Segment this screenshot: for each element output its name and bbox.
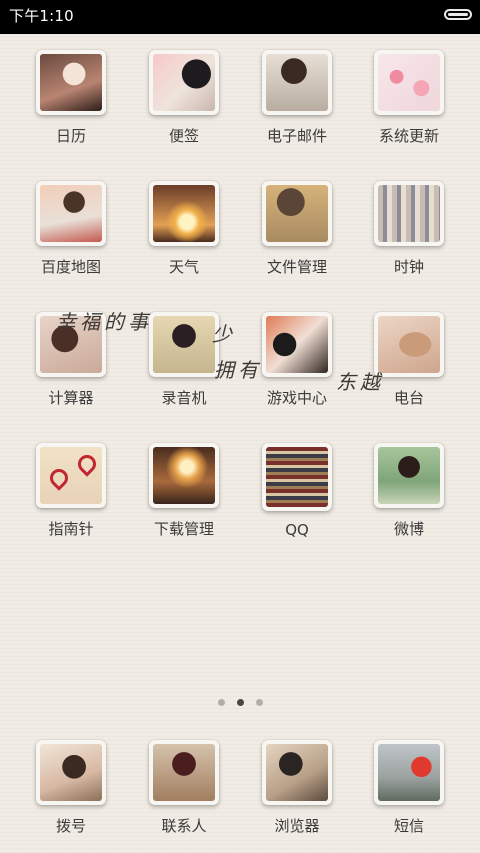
app-compass[interactable]: 指南针 [15, 429, 127, 539]
weibo-photo-icon [378, 447, 440, 504]
icon-frame [262, 181, 332, 246]
app-label: 日历 [55, 127, 86, 145]
app-label: 电台 [393, 389, 424, 407]
notes-photo-icon [153, 54, 215, 111]
download-manager-photo-icon [153, 447, 215, 504]
messages-photo-icon [378, 744, 440, 801]
clock-photo-icon [378, 185, 440, 242]
icon-frame [149, 181, 219, 246]
app-file-manager[interactable]: 文件管理 [241, 167, 353, 277]
email-photo-icon [266, 54, 328, 111]
icon-frame [374, 312, 444, 377]
app-notes[interactable]: 便签 [128, 36, 240, 146]
status-bar: 下午1:10 [0, 0, 480, 34]
app-label: 指南针 [48, 520, 94, 538]
app-calculator[interactable]: 计算器 [15, 298, 127, 408]
app-row: 指南针 下载管理 QQ 微博 [0, 429, 480, 559]
contacts-photo-icon [153, 744, 215, 801]
app-calendar[interactable]: 日历 [15, 36, 127, 146]
icon-frame [262, 312, 332, 377]
icon-frame [36, 740, 106, 805]
app-clock[interactable]: 时钟 [353, 167, 465, 277]
icon-frame [262, 740, 332, 805]
icon-frame [149, 740, 219, 805]
icon-frame [36, 443, 106, 508]
app-label: 便签 [168, 127, 199, 145]
calculator-photo-icon [40, 316, 102, 373]
icon-frame [149, 443, 219, 508]
app-label: 微博 [393, 520, 424, 538]
icon-frame [374, 443, 444, 508]
icon-frame [374, 50, 444, 115]
dialer-photo-icon [40, 744, 102, 801]
page-dot[interactable] [236, 699, 244, 706]
dock: 拨号 联系人 浏览器 短信 [0, 726, 480, 853]
app-label: 拨号 [55, 817, 86, 835]
icon-frame [149, 312, 219, 377]
icon-frame [36, 312, 106, 377]
app-qq[interactable]: QQ [241, 429, 353, 539]
app-browser[interactable]: 浏览器 [241, 726, 353, 836]
app-label: 计算器 [48, 389, 94, 407]
app-dialer[interactable]: 拨号 [15, 726, 127, 836]
app-label: 游戏中心 [266, 389, 327, 407]
baidu-map-photo-icon [40, 185, 102, 242]
app-game-center[interactable]: 游戏中心 [241, 298, 353, 408]
battery-level [448, 13, 468, 16]
system-update-photo-icon [378, 54, 440, 111]
page-indicator [0, 699, 480, 706]
app-download-manager[interactable]: 下载管理 [128, 429, 240, 539]
app-label: 电子邮件 [266, 127, 327, 145]
app-label: 天气 [168, 258, 199, 276]
browser-photo-icon [266, 744, 328, 801]
app-label: 系统更新 [378, 127, 439, 145]
icon-frame [36, 181, 106, 246]
app-label: 录音机 [161, 389, 207, 407]
status-time: 下午1:10 [9, 7, 74, 25]
page-dot[interactable] [255, 699, 263, 706]
battery-icon [444, 9, 472, 20]
app-label: 时钟 [393, 258, 424, 276]
app-label: 浏览器 [274, 817, 320, 835]
file-manager-photo-icon [266, 185, 328, 242]
icon-frame [36, 50, 106, 115]
app-weibo[interactable]: 微博 [353, 429, 465, 539]
app-messages[interactable]: 短信 [353, 726, 465, 836]
icon-frame [149, 50, 219, 115]
app-label: 短信 [393, 817, 424, 835]
app-weather[interactable]: 天气 [128, 167, 240, 277]
icon-frame [374, 740, 444, 805]
heart-icon [74, 451, 100, 477]
qq-photo-icon [266, 447, 328, 507]
icon-frame [374, 181, 444, 246]
app-recorder[interactable]: 录音机 [128, 298, 240, 408]
game-center-photo-icon [266, 316, 328, 373]
radio-photo-icon [378, 316, 440, 373]
icon-frame [262, 443, 332, 511]
icon-frame [262, 50, 332, 115]
app-row: 百度地图 天气 文件管理 时钟 [0, 167, 480, 297]
heart-icon [46, 465, 72, 491]
app-row: 计算器 录音机 游戏中心 电台 [0, 298, 480, 428]
app-system-update[interactable]: 系统更新 [353, 36, 465, 146]
compass-photo-icon [40, 447, 102, 504]
app-label: 联系人 [161, 817, 207, 835]
app-baidu-map[interactable]: 百度地图 [15, 167, 127, 277]
app-label: 下载管理 [153, 520, 214, 538]
app-radio[interactable]: 电台 [353, 298, 465, 408]
calendar-photo-icon [40, 54, 102, 111]
app-row: 日历 便签 电子邮件 系统更新 [0, 36, 480, 166]
app-contacts[interactable]: 联系人 [128, 726, 240, 836]
app-label: QQ [285, 521, 309, 539]
weather-photo-icon [153, 185, 215, 242]
app-email[interactable]: 电子邮件 [241, 36, 353, 146]
app-label: 百度地图 [40, 258, 101, 276]
app-label: 文件管理 [266, 258, 327, 276]
recorder-photo-icon [153, 316, 215, 373]
page-dot[interactable] [217, 699, 225, 706]
